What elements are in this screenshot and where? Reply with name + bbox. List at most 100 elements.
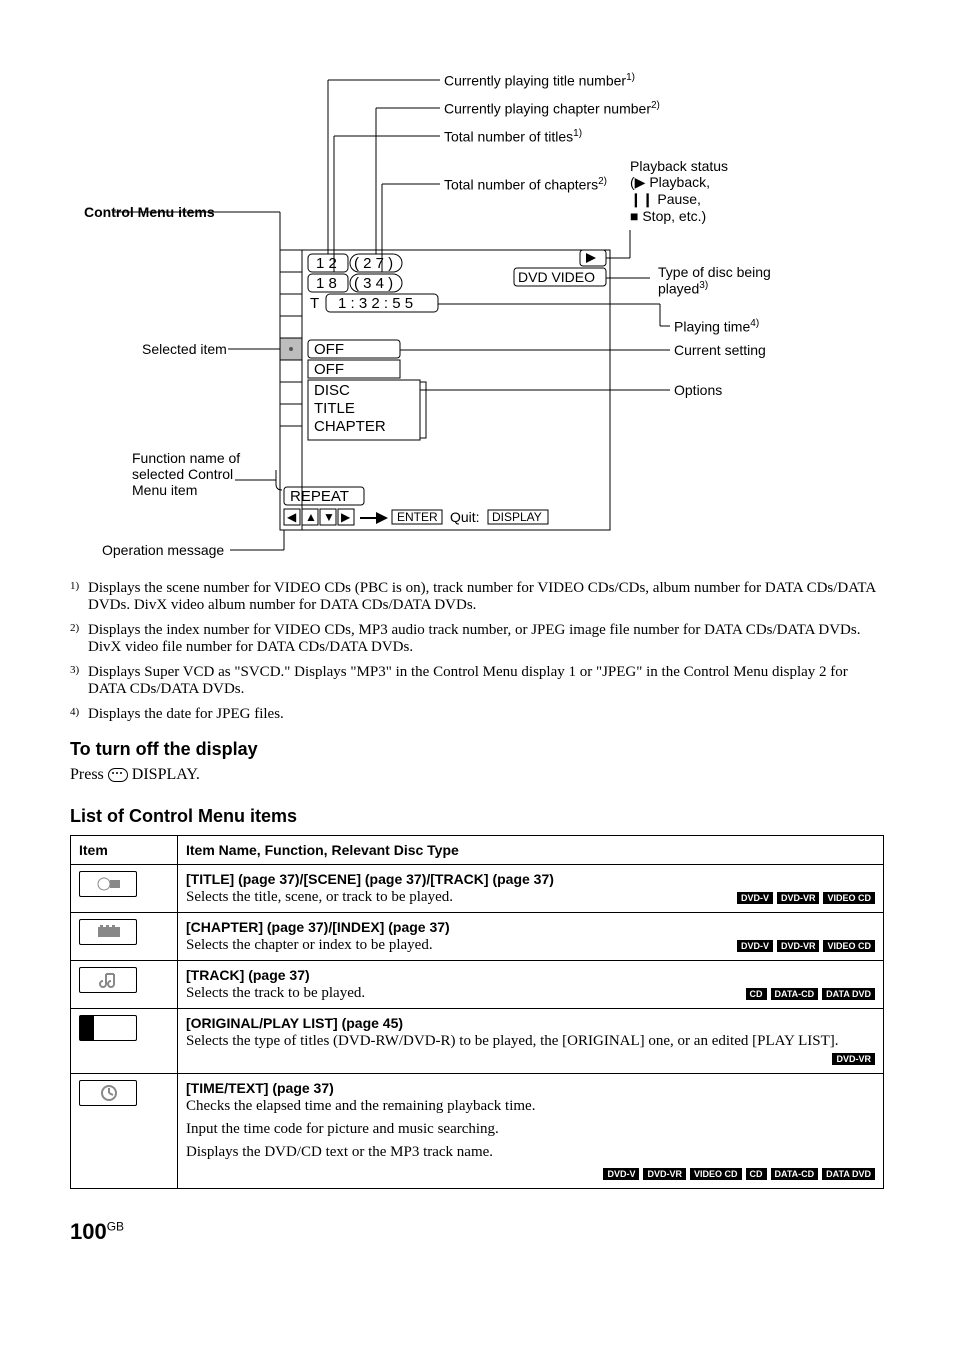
item-icon-cell: [71, 1074, 178, 1189]
table-row: [TRACK] (page 37)Selects the track to be…: [71, 961, 884, 1009]
label-control-menu-items: Control Menu items: [84, 204, 215, 220]
osd-enter: ENTER: [397, 510, 438, 524]
control-menu-diagram: ◀ ▲ ▼ ▶: [70, 50, 884, 570]
item-desc: Selects the type of titles (DVD-RW/DVD-R…: [186, 1033, 875, 1050]
menu-item-icon: [79, 967, 137, 993]
disc-badge: DVD-VR: [832, 1053, 875, 1065]
disc-badge: DATA DVD: [822, 1168, 875, 1180]
item-desc-cell: [TITLE] (page 37)/[SCENE] (page 37)/[TRA…: [178, 865, 884, 913]
osd-chapter-total: ( 3 4 ): [354, 275, 393, 292]
label-playing-title: Currently playing title number1): [444, 72, 635, 89]
svg-text:▲: ▲: [305, 510, 317, 524]
item-name: [ORIGINAL/PLAY LIST] (page 45): [186, 1015, 875, 1031]
item-name: [TRACK] (page 37): [186, 967, 875, 983]
label-playing-time: Playing time4): [674, 318, 759, 335]
item-name: [TIME/TEXT] (page 37): [186, 1080, 875, 1096]
svg-text:▼: ▼: [323, 510, 335, 524]
item-desc: Checks the elapsed time and the remainin…: [186, 1098, 875, 1115]
osd-title-total: ( 2 7 ): [354, 255, 393, 272]
item-desc: Selects the track to be played.CDDATA-CD…: [186, 985, 875, 1002]
footnotes: 1)Displays the scene number for VIDEO CD…: [70, 580, 884, 723]
item-desc: Selects the title, scene, or track to be…: [186, 889, 875, 906]
control-menu-table: Item Item Name, Function, Relevant Disc …: [70, 835, 884, 1189]
osd-time-letter: T: [310, 295, 319, 312]
table-row: [ORIGINAL/PLAY LIST] (page 45) Selects th…: [71, 1009, 884, 1074]
badges-row: DVD-V DVD-VR VIDEO CD CD DATA-CDDATA DVD: [186, 1165, 875, 1182]
item-desc-cell: [CHAPTER] (page 37)/[INDEX] (page 37) Sel…: [178, 913, 884, 961]
item-icon-cell: [71, 961, 178, 1009]
item-icon-cell: [71, 913, 178, 961]
osd-disc-type: DVD VIDEO: [518, 269, 595, 285]
osd-title-current: 1 2: [316, 255, 337, 272]
footnote-1: 1)Displays the scene number for VIDEO CD…: [70, 580, 884, 614]
disc-badge: DVD-VR: [643, 1168, 686, 1180]
badges-row: DVD-V DVD-VRVIDEO CD: [733, 889, 875, 906]
osd-off-1: OFF: [314, 341, 344, 358]
menu-item-icon: [79, 1015, 137, 1041]
label-playback-status: Playback status (▶ Playback, ❙❙ Pause, ■…: [630, 158, 790, 224]
disc-badge: DVD-V: [737, 940, 773, 952]
item-icon-cell: [71, 1009, 178, 1074]
label-operation-message: Operation message: [102, 542, 224, 558]
item-desc: Displays the DVD/CD text or the MP3 trac…: [186, 1144, 875, 1161]
display-button-icon: [108, 768, 128, 782]
item-desc: Input the time code for picture and musi…: [186, 1121, 875, 1138]
badges-row: DVD-V DVD-VRVIDEO CD: [733, 937, 875, 954]
table-row: [TIME/TEXT] (page 37) Checks the elapsed …: [71, 1074, 884, 1189]
disc-badge: DATA-CD: [771, 1168, 819, 1180]
item-desc-cell: [TRACK] (page 37)Selects the track to be…: [178, 961, 884, 1009]
heading-list-control-menu: List of Control Menu items: [70, 806, 884, 827]
menu-item-icon: [79, 1080, 137, 1106]
osd-option-chapter: CHAPTER: [314, 418, 386, 435]
item-icon-cell: [71, 865, 178, 913]
table-header-desc: Item Name, Function, Relevant Disc Type: [178, 836, 884, 865]
menu-item-icon: [79, 871, 137, 897]
label-selected-item: Selected item: [142, 341, 227, 357]
osd-option-disc: DISC: [314, 382, 350, 399]
badges-row: DVD-VR: [828, 1050, 875, 1067]
page-number: 100GB: [70, 1219, 884, 1245]
svg-text:▶: ▶: [341, 510, 351, 524]
osd-time: 1 : 3 2 : 5 5: [338, 295, 413, 312]
label-options: Options: [674, 382, 722, 398]
label-function-name: Function name of selected Control Menu i…: [132, 450, 272, 498]
disc-badge: DVD-V: [737, 892, 773, 904]
turn-off-body: Press DISPLAY.: [70, 766, 884, 784]
disc-badge: DVD-V: [603, 1168, 639, 1180]
disc-badge: DVD-VR: [777, 940, 820, 952]
label-current-setting: Current setting: [674, 342, 766, 358]
label-disc-type: Type of disc being played3): [658, 264, 818, 297]
svg-text:◀: ◀: [287, 510, 297, 524]
osd-quit-label: Quit:: [450, 509, 480, 525]
osd-repeat: REPEAT: [290, 488, 349, 505]
osd-off-2: OFF: [314, 361, 344, 378]
item-desc: Selects the chapter or index to be playe…: [186, 937, 875, 954]
table-row: [TITLE] (page 37)/[SCENE] (page 37)/[TRA…: [71, 865, 884, 913]
item-name: [CHAPTER] (page 37)/[INDEX] (page 37): [186, 919, 875, 935]
menu-item-icon: [79, 919, 137, 945]
disc-badge: DVD-VR: [777, 892, 820, 904]
table-row: [CHAPTER] (page 37)/[INDEX] (page 37) Sel…: [71, 913, 884, 961]
disc-badge: DATA-CD: [771, 988, 819, 1000]
footnote-3: 3)Displays Super VCD as "SVCD." Displays…: [70, 664, 884, 698]
label-playing-chapter: Currently playing chapter number2): [444, 100, 660, 117]
item-name: [TITLE] (page 37)/[SCENE] (page 37)/[TRA…: [186, 871, 875, 887]
badges-row: CD DATA-CDDATA DVD: [742, 985, 876, 1002]
heading-turn-off-display: To turn off the display: [70, 739, 884, 760]
item-desc-cell: [ORIGINAL/PLAY LIST] (page 45) Selects th…: [178, 1009, 884, 1074]
table-header-item: Item: [71, 836, 178, 865]
label-total-chapters: Total number of chapters2): [444, 176, 607, 193]
disc-badge: VIDEO CD: [823, 892, 875, 904]
disc-badge: VIDEO CD: [690, 1168, 742, 1180]
disc-badge: CD: [746, 1168, 767, 1180]
osd-option-title: TITLE: [314, 400, 355, 417]
osd-chapter-current: 1 8: [316, 275, 337, 292]
osd-display: DISPLAY: [492, 510, 542, 524]
footnote-4: 4)Displays the date for JPEG files.: [70, 706, 884, 723]
label-total-titles: Total number of titles1): [444, 128, 582, 145]
disc-badge: VIDEO CD: [823, 940, 875, 952]
item-desc-cell: [TIME/TEXT] (page 37) Checks the elapsed …: [178, 1074, 884, 1189]
disc-badge: CD: [746, 988, 767, 1000]
disc-badge: DATA DVD: [822, 988, 875, 1000]
footnote-2: 2)Displays the index number for VIDEO CD…: [70, 622, 884, 656]
